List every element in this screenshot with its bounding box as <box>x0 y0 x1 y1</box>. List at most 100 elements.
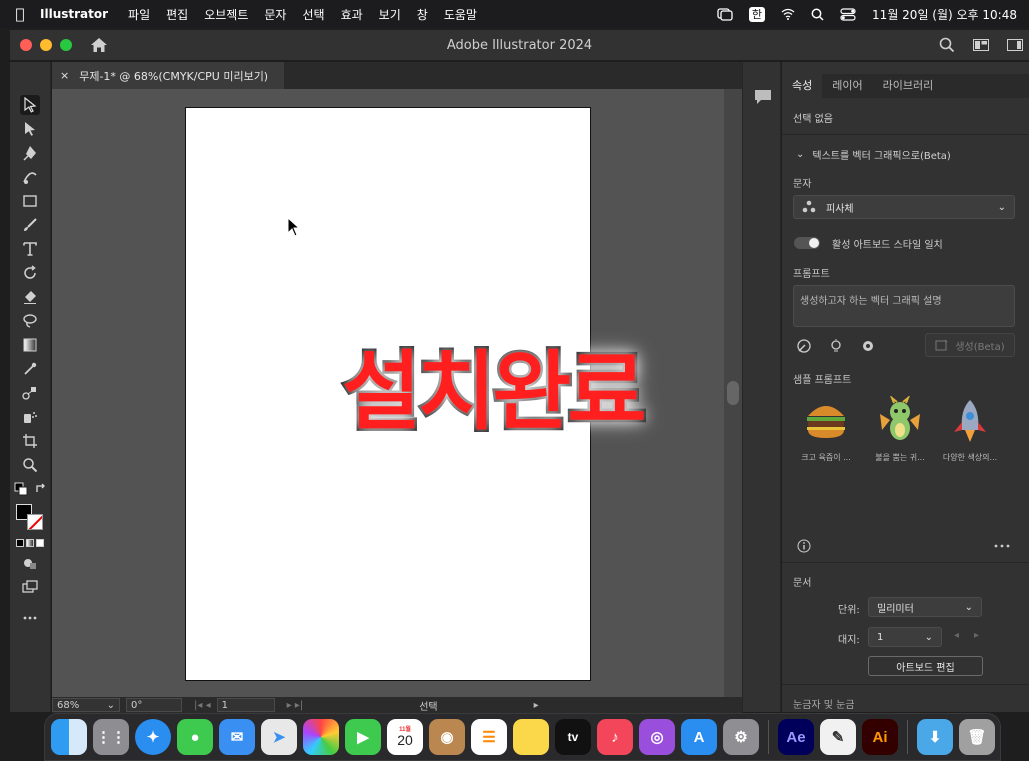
tab-properties[interactable]: 속성 <box>782 74 823 98</box>
menu-object[interactable]: 오브젝트 <box>204 6 248 23</box>
screen-mode-icon[interactable] <box>20 577 40 597</box>
spotlight-search-icon[interactable] <box>811 8 824 21</box>
artboard-tool-icon[interactable] <box>20 431 40 451</box>
menubar-clock[interactable]: 11월 20일 (월) 오후 10:48 <box>872 6 1017 23</box>
search-icon[interactable] <box>939 37 955 53</box>
app-menu[interactable]: Illustrator <box>40 7 108 21</box>
blend-tool-icon[interactable] <box>20 383 40 403</box>
scrollbar-thumb[interactable] <box>727 381 739 405</box>
sample-prompt-burger[interactable]: 크고 육즙이 ... <box>798 396 854 463</box>
safari-icon[interactable]: ✦ <box>135 719 171 755</box>
minimize-window-button[interactable] <box>40 39 52 51</box>
zoom-window-button[interactable] <box>60 39 72 51</box>
menu-file[interactable]: 파일 <box>128 6 150 23</box>
eraser-tool-icon[interactable] <box>20 287 40 307</box>
illustrator-icon[interactable]: Ai <box>862 719 898 755</box>
menu-help[interactable]: 도움말 <box>444 6 477 23</box>
apple-menu-icon[interactable]:  <box>0 5 40 23</box>
menu-window[interactable]: 창 <box>417 6 428 23</box>
menu-select[interactable]: 선택 <box>302 6 324 23</box>
rotation-field[interactable]: 0° <box>126 698 182 712</box>
subject-dropdown[interactable]: 피사체 ⌄ <box>793 195 1015 219</box>
info-icon[interactable] <box>797 539 811 553</box>
prompt-input[interactable]: 생성하고자 하는 벡터 그래픽 설명 <box>793 285 1015 327</box>
notes-icon[interactable] <box>513 719 549 755</box>
settings-gear-icon[interactable] <box>860 338 876 354</box>
color-mode-buttons[interactable] <box>16 539 44 547</box>
next-artboard-icon[interactable]: ▸ <box>974 630 979 641</box>
direct-selection-tool-icon[interactable] <box>20 119 40 139</box>
maps-icon[interactable]: ➤ <box>261 719 297 755</box>
menu-type[interactable]: 문자 <box>264 6 286 23</box>
eyedropper-tool-icon[interactable] <box>20 359 40 379</box>
units-dropdown[interactable]: 밀리미터 ⌄ <box>868 597 982 617</box>
sample-prompt-dragon[interactable]: 불을 뿜는 귀... <box>872 394 928 463</box>
type-tool-icon[interactable] <box>20 239 40 259</box>
workspace-switcher-icon[interactable] <box>1007 39 1023 51</box>
default-colors-icon[interactable] <box>14 482 28 496</box>
prev-artboard-icon[interactable]: ◂ <box>954 630 959 641</box>
menu-effect[interactable]: 효과 <box>341 6 363 23</box>
artboard-dropdown[interactable]: 1 ⌄ <box>868 627 942 647</box>
zoom-tool-icon[interactable] <box>20 455 40 475</box>
canvas-text-object[interactable]: 설치완료 <box>339 321 648 446</box>
pen-tool-icon[interactable] <box>20 143 40 163</box>
podcasts-icon[interactable]: ◎ <box>639 719 675 755</box>
status-mode-label[interactable]: 선택 <box>419 698 437 713</box>
curvature-tool-icon[interactable] <box>20 167 40 187</box>
status-menu-arrow-icon[interactable]: ▸ <box>534 700 539 711</box>
calendar-icon[interactable]: 11월 20 <box>387 719 423 755</box>
stroke-color-swatch[interactable] <box>27 514 43 530</box>
paintbrush-tool-icon[interactable] <box>20 215 40 235</box>
after-effects-icon[interactable]: Ae <box>778 719 814 755</box>
vertical-scrollbar[interactable] <box>724 89 742 697</box>
menu-edit[interactable]: 편집 <box>166 6 188 23</box>
contacts-icon[interactable]: ◉ <box>429 719 465 755</box>
launchpad-icon[interactable]: ⋮⋮ <box>93 719 129 755</box>
facetime-icon[interactable]: ▶ <box>345 719 381 755</box>
menu-view[interactable]: 보기 <box>379 6 401 23</box>
tab-libraries[interactable]: 라이브러리 <box>873 74 944 98</box>
document-tab[interactable]: × 무제-1* @ 68%(CMYK/CPU 미리보기) <box>52 62 284 89</box>
zoom-level-field[interactable]: 68% ⌄ <box>52 698 120 712</box>
arrange-documents-icon[interactable] <box>973 39 989 51</box>
lasso-tool-icon[interactable] <box>20 311 40 331</box>
generate-button[interactable]: 생성(Beta) <box>925 333 1015 357</box>
first-artboard-icon[interactable]: |◂ ◂ <box>194 700 211 711</box>
symbol-sprayer-tool-icon[interactable] <box>20 407 40 427</box>
messages-icon[interactable]: ● <box>177 719 213 755</box>
finder-icon[interactable] <box>51 719 87 755</box>
close-window-button[interactable] <box>20 39 32 51</box>
edit-artboards-button[interactable]: 아트보드 편집 <box>868 656 983 676</box>
screen-mirror-icon[interactable] <box>717 7 733 21</box>
next-artboard-icon[interactable]: ▸ ▸| <box>287 700 304 711</box>
downloads-folder-icon[interactable]: ⬇ <box>917 719 953 755</box>
rotate-tool-icon[interactable] <box>20 263 40 283</box>
trash-icon[interactable]: 🗑 <box>959 719 995 755</box>
input-source-indicator[interactable]: 한 <box>748 6 766 22</box>
more-tools-icon[interactable] <box>20 608 40 628</box>
canvas-area[interactable]: 설치완료 <box>52 89 724 697</box>
rectangle-tool-icon[interactable] <box>20 191 40 211</box>
comments-icon[interactable] <box>754 89 772 105</box>
style-picker-icon[interactable] <box>796 338 812 354</box>
gradient-tool-icon[interactable] <box>20 335 40 355</box>
reminders-icon[interactable]: ☰ <box>471 719 507 755</box>
textedit-icon[interactable]: ✎ <box>820 719 856 755</box>
system-settings-icon[interactable]: ⚙ <box>723 719 759 755</box>
app-store-icon[interactable]: A <box>681 719 717 755</box>
home-icon[interactable] <box>90 37 108 53</box>
mail-icon[interactable]: ✉ <box>219 719 255 755</box>
wifi-icon[interactable] <box>781 8 795 20</box>
artboard-style-toggle[interactable] <box>794 237 820 249</box>
tab-layers[interactable]: 레이어 <box>822 74 872 98</box>
apple-tv-icon[interactable]: tv <box>555 719 591 755</box>
artboard-number-field[interactable]: 1 <box>216 698 275 712</box>
control-center-icon[interactable] <box>840 7 856 21</box>
lightbulb-icon[interactable] <box>828 338 844 354</box>
photos-icon[interactable] <box>303 719 339 755</box>
sample-prompt-rocket[interactable]: 다양한 색상의... <box>942 396 998 463</box>
drawing-modes-icon[interactable] <box>20 553 40 573</box>
more-options-icon[interactable] <box>994 543 1010 549</box>
section-header[interactable]: ⌄ 텍스트를 벡터 그래픽으로(Beta) <box>796 147 951 162</box>
